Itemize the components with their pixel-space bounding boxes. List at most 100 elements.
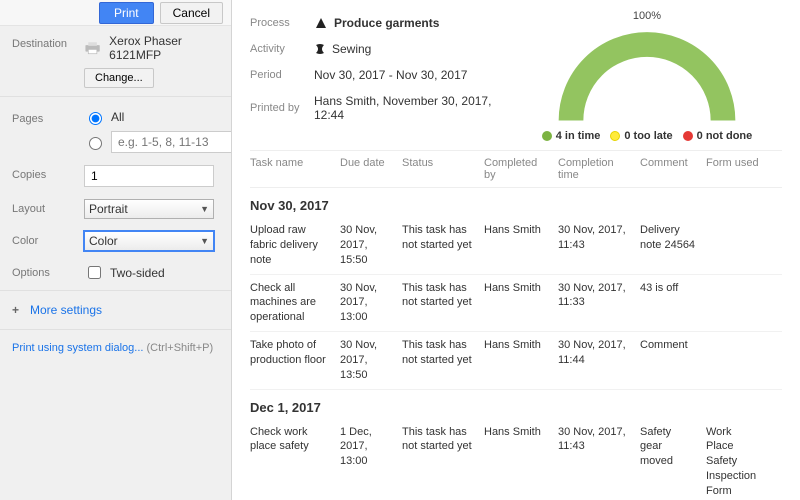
pages-range-input[interactable]: [89, 137, 102, 150]
table-row: Upload raw fabric delivery note30 Nov, 2…: [250, 217, 782, 275]
cell-by: Hans Smith: [484, 425, 548, 440]
cell-by: Hans Smith: [484, 281, 548, 296]
table-header: Task name Due date Status Completed by C…: [250, 150, 782, 188]
activity-icon: [314, 43, 326, 55]
chevron-down-icon: ▼: [200, 236, 209, 246]
cell-ctime: 30 Nov, 2017, 11:33: [558, 281, 630, 311]
printer-icon: [84, 41, 101, 55]
cell-due: 30 Nov, 2017, 13:50: [340, 338, 392, 383]
cell-status: This task has not started yet: [402, 338, 474, 368]
printer-line: Xerox Phaser 6121MFP: [84, 34, 219, 62]
plus-icon: +: [12, 303, 22, 317]
panel-actions: Print Cancel: [0, 0, 231, 26]
twosided-checkbox[interactable]: Two-sided: [84, 263, 219, 282]
col-comment: Comment: [640, 157, 696, 169]
col-by: Completed by: [484, 157, 548, 181]
cell-due: 30 Nov, 2017, 15:50: [340, 223, 392, 268]
layout-label: Layout: [12, 199, 76, 215]
cell-form: Work Place Safety Inspection Form: [706, 425, 760, 499]
layout-value: Portrait: [89, 202, 128, 216]
twosided-input[interactable]: [88, 266, 101, 279]
period-label: Period: [250, 69, 306, 81]
system-dialog-label: Print using system dialog...: [12, 342, 143, 354]
more-settings-label: More settings: [30, 303, 102, 317]
options-label: Options: [12, 263, 76, 279]
col-form: Form used: [706, 157, 760, 169]
col-task: Task name: [250, 157, 330, 169]
system-dialog-hint: (Ctrl+Shift+P): [147, 342, 214, 354]
cell-task: Upload raw fabric delivery note: [250, 223, 330, 268]
divider: [0, 290, 231, 291]
cell-ctime: 30 Nov, 2017, 11:43: [558, 223, 630, 253]
setting-copies: Copies: [0, 157, 231, 191]
print-preview: Process Produce garments Activity Sewing…: [232, 0, 800, 500]
divider: [0, 329, 231, 330]
cell-by: Hans Smith: [484, 223, 548, 238]
cell-status: This task has not started yet: [402, 223, 474, 253]
destination-label: Destination: [12, 34, 76, 50]
copies-input[interactable]: [84, 165, 214, 187]
col-ctime: Completion time: [558, 157, 630, 181]
setting-color: Color Color ▼: [0, 223, 231, 255]
gauge-legend: 4 in time 0 too late 0 not done: [542, 130, 753, 142]
twosided-label: Two-sided: [110, 266, 165, 280]
legend-in-time: 4 in time: [556, 130, 601, 142]
color-select[interactable]: Color ▼: [84, 231, 214, 251]
cell-status: This task has not started yet: [402, 281, 474, 311]
cell-due: 1 Dec, 2017, 13:00: [340, 425, 392, 470]
panel-body: Destination Xerox Phaser 6121MFP Change.…: [0, 26, 231, 500]
cell-task: Check work place safety: [250, 425, 330, 455]
activity-value: Sewing: [332, 42, 371, 56]
table-row: Check all machines are operational30 Nov…: [250, 275, 782, 333]
more-settings-toggle[interactable]: + More settings: [0, 295, 231, 325]
group-heading: Dec 1, 2017: [250, 390, 782, 419]
cancel-button[interactable]: Cancel: [160, 2, 223, 24]
legend-too-late: 0 too late: [624, 130, 672, 142]
print-button[interactable]: Print: [99, 2, 154, 24]
gauge-percent: 100%: [633, 10, 661, 22]
print-settings-panel: Print Cancel Destination Xerox Phaser 61…: [0, 0, 232, 500]
table-row: Check work place safety 1 Dec, 2017, 13:0…: [250, 419, 782, 500]
completion-gauge: 100% 4 in time 0 too late 0 not done: [512, 10, 782, 142]
activity-label: Activity: [250, 43, 306, 55]
group-heading: Nov 30, 2017: [250, 188, 782, 217]
cell-due: 30 Nov, 2017, 13:00: [340, 281, 392, 326]
system-dialog-link[interactable]: Print using system dialog... (Ctrl+Shift…: [0, 334, 231, 366]
period-value: Nov 30, 2017 - Nov 30, 2017: [314, 68, 467, 82]
cell-task: Take photo of production floor: [250, 338, 330, 368]
table-row: Take photo of production floor 30 Nov, 20…: [250, 332, 782, 390]
report-header: Process Produce garments Activity Sewing…: [250, 10, 782, 142]
cell-comment: 43 is off: [640, 281, 696, 296]
pages-range-radio[interactable]: [84, 131, 231, 153]
cell-ctime: 30 Nov, 2017, 11:44: [558, 338, 630, 368]
layout-select[interactable]: Portrait ▼: [84, 199, 214, 219]
chevron-down-icon: ▼: [200, 204, 209, 214]
legend-not-done: 0 not done: [697, 130, 753, 142]
cell-comment: Comment: [640, 338, 696, 353]
pages-all-radio[interactable]: All: [84, 109, 231, 125]
copies-label: Copies: [12, 165, 76, 181]
printedby-label: Printed by: [250, 102, 306, 114]
dot-green-icon: [542, 131, 552, 141]
pages-all-label: All: [111, 110, 124, 124]
table-body: Nov 30, 2017Upload raw fabric delivery n…: [250, 188, 782, 500]
color-value: Color: [89, 234, 118, 248]
setting-options: Options Two-sided: [0, 255, 231, 286]
report-meta: Process Produce garments Activity Sewing…: [250, 10, 500, 142]
cell-comment: Delivery note 24564: [640, 223, 696, 253]
color-label: Color: [12, 231, 76, 247]
printedby-value: Hans Smith, November 30, 2017, 12:44: [314, 94, 500, 122]
pages-all-input[interactable]: [89, 112, 102, 125]
dot-yellow-icon: [610, 131, 620, 141]
cell-by: Hans Smith: [484, 338, 548, 353]
process-label: Process: [250, 17, 306, 29]
gauge-arc: [552, 24, 742, 122]
setting-destination: Destination Xerox Phaser 6121MFP Change.…: [0, 26, 231, 92]
cell-status: This task has not started yet: [402, 425, 474, 455]
cell-task: Check all machines are operational: [250, 281, 330, 326]
change-printer-button[interactable]: Change...: [84, 68, 154, 88]
pages-range-field[interactable]: [111, 131, 231, 153]
process-value: Produce garments: [334, 16, 439, 30]
cell-comment: Safety gear moved: [640, 425, 696, 470]
col-status: Status: [402, 157, 474, 169]
